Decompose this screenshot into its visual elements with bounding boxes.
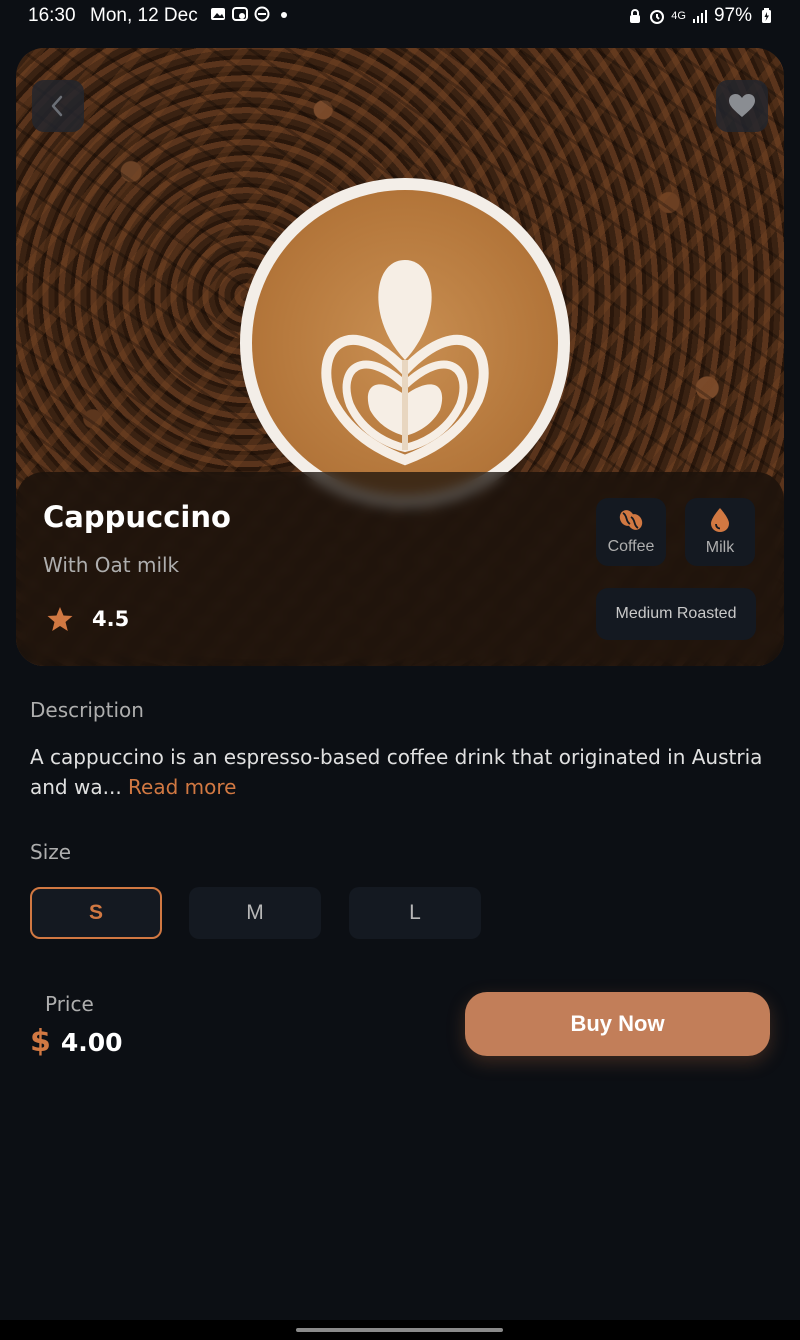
size-option-s[interactable]: S xyxy=(30,887,162,939)
home-gesture-handle[interactable] xyxy=(296,1328,503,1332)
description-text: A cappuccino is an espresso-based coffee… xyxy=(30,742,770,802)
product-name: Cappuccino xyxy=(43,500,231,534)
chevron-left-icon xyxy=(51,95,63,117)
size-option-m[interactable]: M xyxy=(189,887,321,939)
tag-coffee: Coffee xyxy=(596,498,666,566)
read-more-link[interactable]: Read more xyxy=(128,775,236,799)
product-hero: Cappuccino With Oat milk 4.5 Coffee Milk… xyxy=(16,48,784,666)
price: $ 4.00 xyxy=(30,1024,123,1059)
tag-milk-label: Milk xyxy=(705,539,735,556)
price-currency: $ xyxy=(30,1024,51,1059)
size-option-l[interactable]: L xyxy=(349,887,481,939)
status-left-icons xyxy=(210,6,292,22)
heart-icon xyxy=(729,94,755,117)
signal-icon xyxy=(692,10,707,23)
screen-record-icon xyxy=(232,7,248,21)
status-time: 16:30 xyxy=(28,5,76,26)
rating-value: 4.5 xyxy=(92,607,130,631)
alarm-icon xyxy=(650,10,665,24)
size-label: Size xyxy=(30,840,72,864)
battery-icon xyxy=(762,8,771,23)
favorite-button[interactable] xyxy=(716,80,768,132)
dnd-icon xyxy=(254,6,270,22)
rating: 4.5 xyxy=(46,606,129,632)
lock-icon xyxy=(630,9,641,23)
network-4g-icon: 4G xyxy=(671,9,686,22)
battery-percent: 97% xyxy=(713,5,752,26)
status-right: 4G 97% xyxy=(627,5,774,27)
price-value: 4.00 xyxy=(60,1028,123,1057)
latte-art-heart xyxy=(321,260,489,466)
cappuccino-cup-image xyxy=(240,178,570,508)
back-button[interactable] xyxy=(32,80,84,132)
tag-coffee-label: Coffee xyxy=(607,538,655,555)
status-bar: 16:30 Mon, 12 Dec 4G 97% xyxy=(0,0,800,32)
status-date: Mon, 12 Dec xyxy=(90,5,198,26)
latte-surface xyxy=(252,190,558,496)
product-subtitle: With Oat milk xyxy=(43,553,180,577)
price-label: Price xyxy=(45,992,94,1016)
buy-now-button[interactable]: Buy Now xyxy=(465,992,770,1056)
system-nav-bar xyxy=(0,1320,800,1340)
description-label: Description xyxy=(30,698,144,722)
coffee-bean-icon xyxy=(619,510,643,530)
dot-icon xyxy=(281,12,287,18)
milk-drop-icon xyxy=(711,508,729,532)
roast-badge: Medium Roasted xyxy=(596,588,756,640)
star-icon xyxy=(47,607,73,631)
tag-milk: Milk xyxy=(685,498,755,566)
gallery-icon xyxy=(211,8,225,20)
